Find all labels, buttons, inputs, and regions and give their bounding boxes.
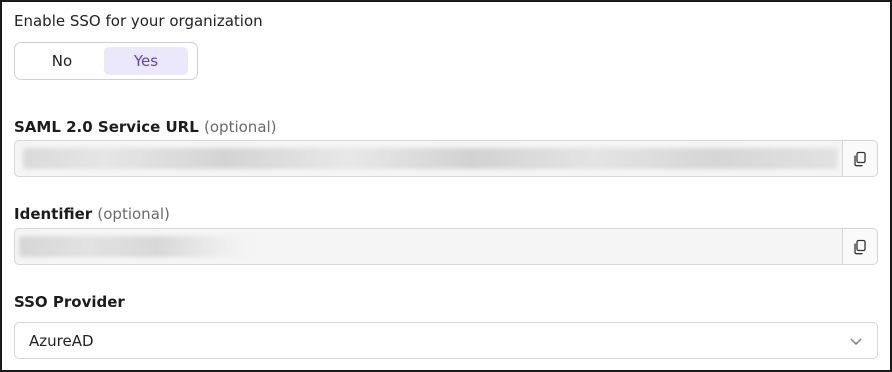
sso-toggle: No Yes — [14, 42, 198, 80]
chevron-down-icon — [850, 338, 862, 345]
sso-toggle-no[interactable]: No — [20, 47, 104, 75]
identifier-copy-button[interactable] — [842, 229, 877, 264]
identifier-value-redacted — [15, 229, 842, 264]
saml-url-value-redacted — [15, 141, 842, 176]
sso-provider-value: AzureAD — [29, 331, 94, 350]
identifier-optional: (optional) — [97, 205, 170, 223]
saml-url-label-text: SAML 2.0 Service URL — [14, 118, 199, 136]
saml-url-field[interactable] — [14, 140, 878, 177]
identifier-field[interactable] — [14, 228, 878, 265]
sso-provider-select[interactable]: AzureAD — [14, 322, 878, 359]
identifier-label: Identifier (optional) — [14, 205, 170, 223]
sso-provider-label: SSO Provider — [14, 293, 125, 311]
saml-url-label: SAML 2.0 Service URL (optional) — [14, 118, 277, 136]
enable-sso-label: Enable SSO for your organization — [14, 12, 263, 30]
identifier-label-text: Identifier — [14, 205, 93, 223]
copy-icon — [854, 151, 866, 166]
saml-url-optional: (optional) — [204, 118, 277, 136]
sso-toggle-yes[interactable]: Yes — [104, 47, 188, 75]
saml-url-copy-button[interactable] — [842, 141, 877, 176]
copy-icon — [854, 239, 866, 254]
